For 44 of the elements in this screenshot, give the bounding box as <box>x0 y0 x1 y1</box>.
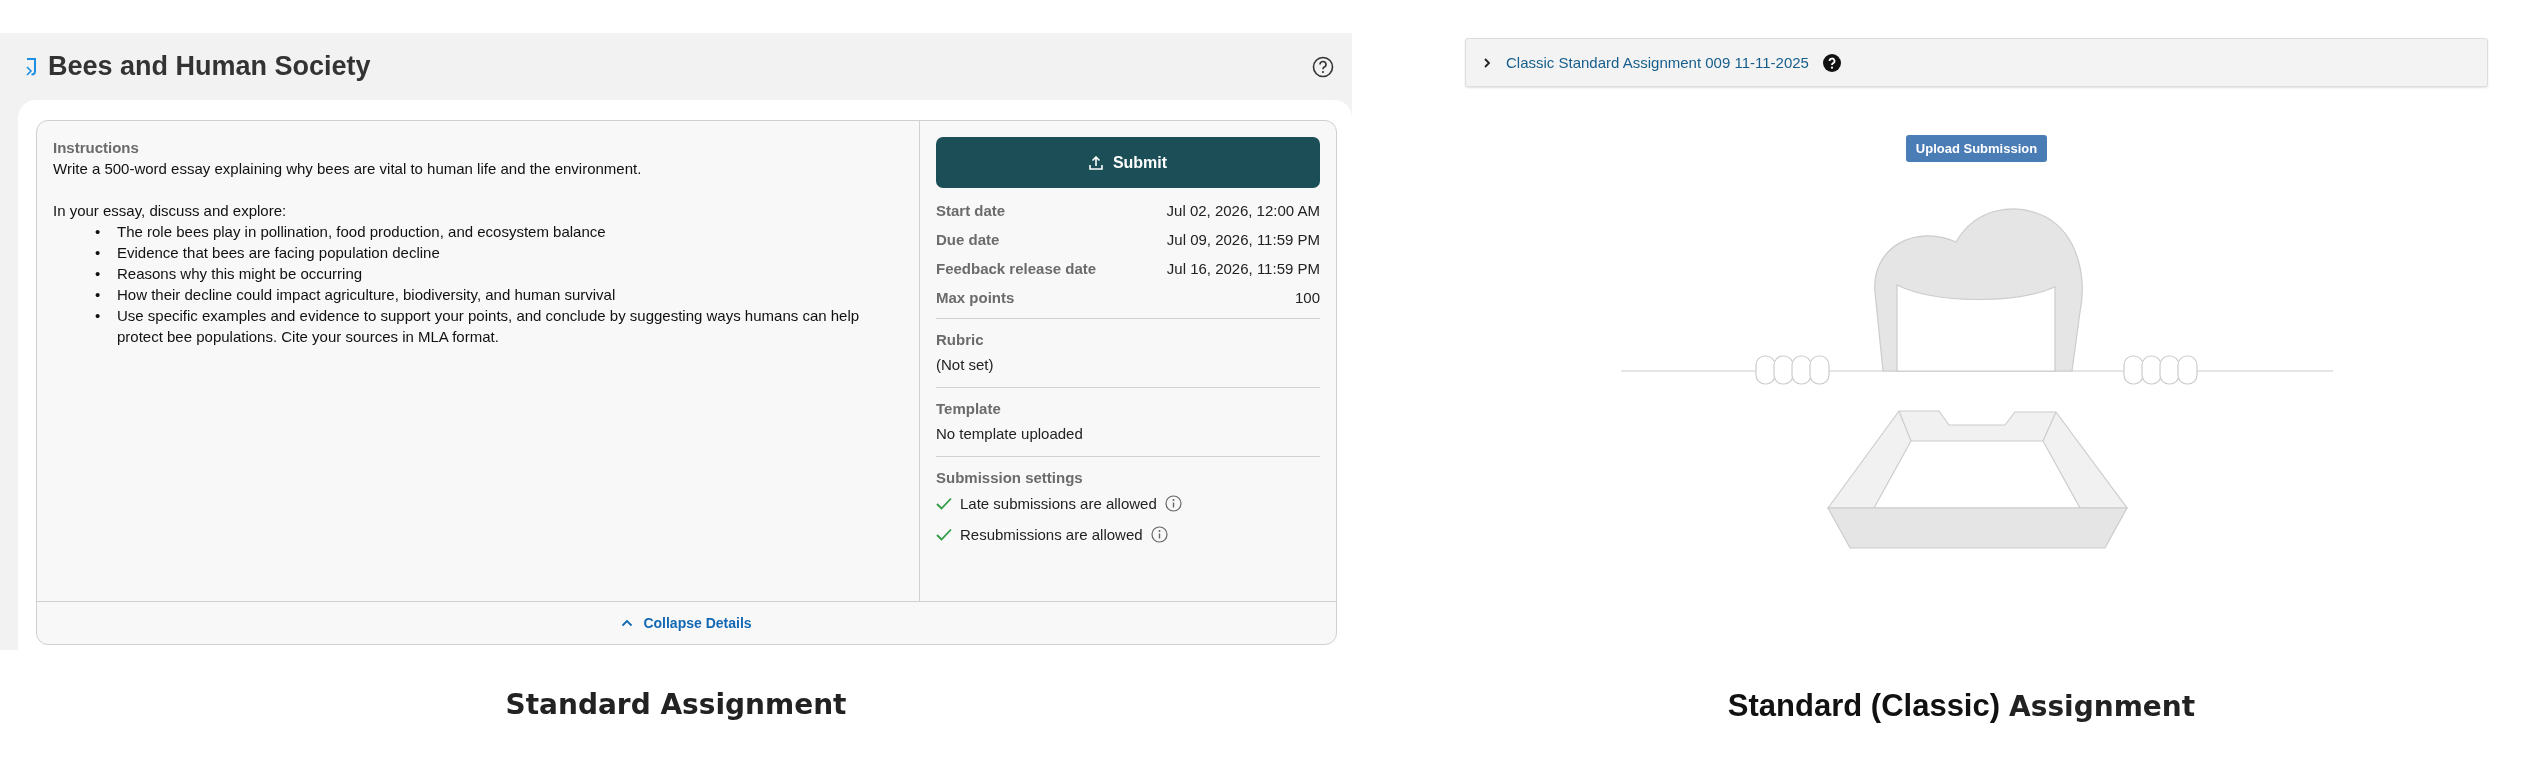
caption-emphasis: Standard (Classic) <box>1727 688 2001 724</box>
assignment-icon <box>24 56 38 77</box>
upload-icon <box>1088 155 1103 170</box>
setting-text: Late submissions are allowed <box>960 495 1157 512</box>
instructions-text: Write a 500-word essay explaining why bees are vital to human life and the environment. <box>53 159 643 179</box>
detail-value: 100 <box>1294 289 1320 306</box>
template-value: No template uploaded <box>936 425 1084 442</box>
caption: Assignment <box>2009 690 2196 723</box>
bullet-marker: • <box>95 285 102 305</box>
chevron-up-icon <box>621 619 634 627</box>
info-icon[interactable] <box>1164 495 1182 512</box>
detail-label: Start date <box>936 202 1006 219</box>
info-icon[interactable] <box>1150 526 1168 543</box>
collapse-details-link[interactable]: Collapse Details <box>615 614 758 632</box>
submit-button[interactable]: Submit <box>936 137 1320 188</box>
instructions-lead: In your essay, discuss and explore: <box>53 201 288 221</box>
assignment-title-link[interactable]: Classic Standard Assignment 009 11-11-2025 <box>1506 54 1809 71</box>
assignment-title: Bees and Human Society <box>48 51 372 82</box>
detail-value: Jul 09, 2026, 11:59 PM <box>1166 231 1320 248</box>
settings-label: Submission settings <box>936 469 1084 486</box>
instructions-label: Instructions <box>53 138 140 158</box>
instruction-bullet: Use specific examples and evidence to support your points, and conclude by suggesting ways humans can help protect bee populations. Cite your sources in MLA format. <box>117 306 861 347</box>
detail-value: Jul 16, 2026, 11:59 PM <box>1166 260 1320 277</box>
chevron-right-icon[interactable] <box>1482 57 1492 68</box>
detail-label: Max points <box>936 289 1015 306</box>
bullet-marker: • <box>95 222 102 242</box>
detail-value: Jul 02, 2026, 12:00 AM <box>1166 202 1320 219</box>
instruction-bullet: How their decline could impact agriculture, biodiversity, and human survival <box>117 285 616 305</box>
bullet-marker: • <box>95 264 102 284</box>
instruction-bullet: Evidence that bees are facing population decline <box>117 243 440 263</box>
help-icon[interactable] <box>1312 55 1334 78</box>
rubric-label: Rubric <box>936 331 985 348</box>
caption: Standard Assignment <box>505 688 847 723</box>
bullet-marker: • <box>95 306 102 326</box>
rubric-value: (Not set) <box>936 356 995 373</box>
instruction-bullet: Reasons why this might be occurring <box>117 264 363 284</box>
detail-label: Feedback release date <box>936 260 1097 277</box>
setting-text: Resubmissions are allowed <box>960 526 1143 543</box>
template-label: Template <box>936 400 1002 417</box>
instruction-bullet: The role bees play in pollination, food production, and ecosystem balance <box>117 222 606 242</box>
help-icon[interactable] <box>1822 53 1841 72</box>
upload-submission-button[interactable]: Upload Submission <box>1905 135 2048 162</box>
bullet-marker: • <box>95 243 102 263</box>
detail-label: Due date <box>936 231 1000 248</box>
